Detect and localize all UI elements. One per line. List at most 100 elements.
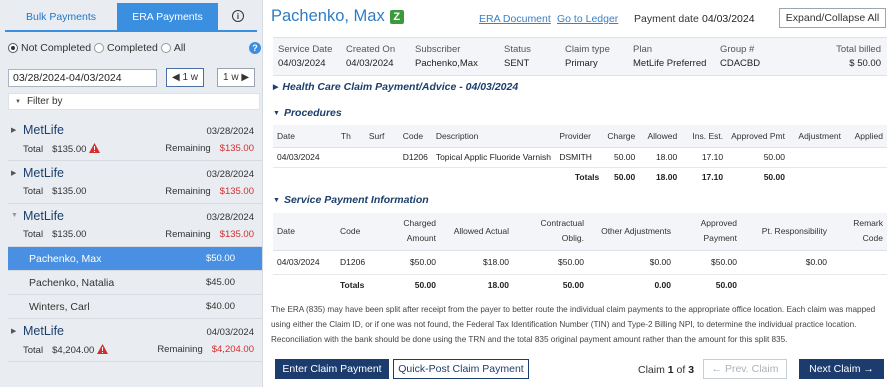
cell-date: 04/03/2024	[273, 147, 337, 168]
date-range-input[interactable]	[8, 69, 157, 87]
cell-approved-payment: $50.00	[675, 250, 741, 275]
filter-by-label: Filter by	[26, 96, 63, 107]
radio-all[interactable]: All	[160, 42, 186, 54]
tab-bulk-payments[interactable]: Bulk Payments	[5, 3, 117, 30]
chevron-right-icon: ▶	[238, 72, 250, 83]
cell-approved-pmt: 50.00	[727, 147, 789, 168]
era-split-note: The ERA (835) may have been split after …	[271, 305, 876, 344]
payer-name: MetLife	[23, 324, 64, 338]
warning-icon	[97, 344, 109, 354]
expand-arrow-icon[interactable]: ▶	[11, 126, 16, 134]
field-label: Claim type	[565, 44, 610, 55]
remaining-amount: $4,204.00	[211, 344, 254, 355]
radio-label: Not Completed	[21, 42, 92, 54]
expand-arrow-icon[interactable]: ▶	[11, 169, 16, 177]
help-icon[interactable]: ?	[249, 42, 261, 54]
field-value: MetLife Preferred	[633, 58, 707, 69]
field-label: Group #	[720, 44, 755, 55]
total-contractual: 50.00	[562, 280, 584, 291]
expand-collapse-all-button[interactable]: Expand/Collapse All	[779, 8, 886, 28]
field-value: CDACBD	[720, 58, 761, 69]
status-filter: Not Completed Completed All	[8, 42, 189, 54]
radio-dot[interactable]	[94, 43, 105, 53]
claim-of: of	[676, 364, 686, 376]
section-title: Procedures	[283, 107, 342, 119]
payer-item[interactable]: ▼ MetLife 03/28/2024 Total $135.00 Remain…	[8, 204, 262, 247]
payer-remaining: Remaining $135.00	[165, 143, 254, 154]
section-advice-header[interactable]: ▶ Health Care Claim Payment/Advice - 04/0…	[273, 81, 518, 93]
cell-contractual: $50.00	[513, 250, 588, 275]
next-claim-button[interactable]: Next Claim →	[799, 359, 884, 379]
warning-icon	[89, 143, 101, 153]
cell-allowed: $18.00	[440, 250, 513, 275]
column-header: Allowed	[639, 125, 682, 148]
enter-claim-payment-button[interactable]: Enter Claim Payment	[275, 359, 389, 379]
cell-adjustment	[788, 147, 845, 168]
cell-code: D1206	[336, 250, 394, 275]
cell-charge: 50.00	[603, 147, 640, 168]
empty-cell	[845, 167, 887, 187]
cell-tooth	[336, 147, 365, 168]
claim-patient-name: Pachenko, Natalia	[29, 276, 115, 289]
prev-claim-button[interactable]: ← Prev. Claim	[703, 359, 787, 379]
radio-label: All	[173, 42, 186, 54]
next-week-button[interactable]: 1 w ▶	[217, 68, 255, 87]
collapse-arrow-icon: ▼	[273, 196, 280, 204]
total-charged: 50.00	[414, 280, 436, 291]
status-field: Status SENT	[504, 44, 531, 69]
claim-item-selected[interactable]: Pachenko, Max $50.00	[8, 247, 262, 271]
claim-detail-panel: Pachenko, Max Z ERA Document Go to Ledge…	[268, 0, 890, 387]
quick-post-claim-payment-button[interactable]: Quick-Post Claim Payment	[393, 359, 529, 379]
payer-remaining: Remaining $135.00	[165, 229, 254, 240]
payer-date: 04/03/2024	[206, 327, 254, 338]
field-label: Created On	[346, 44, 396, 55]
prev-week-button[interactable]: ◀ 1 w	[166, 68, 204, 87]
column-header: Date	[273, 125, 337, 148]
expand-arrow-icon[interactable]: ▶	[11, 327, 16, 335]
payer-item[interactable]: ▶ MetLife 04/03/2024 Total $4,204.00 Rema…	[8, 319, 262, 362]
table-row: 04/03/2024 D1206 Topical Applic Fluoride…	[273, 147, 887, 168]
radio-not-completed[interactable]: Not Completed	[8, 42, 91, 54]
era-document-link[interactable]: ERA Document	[479, 13, 551, 25]
total-allowed: 18.00	[655, 172, 678, 183]
field-value: 04/03/2024	[278, 58, 326, 69]
filter-by-toggle[interactable]: ▼ Filter by	[8, 93, 260, 110]
cell-description: Topical Applic Fluoride Varnish	[431, 147, 556, 168]
payer-remaining: Remaining $135.00	[165, 186, 254, 197]
claim-total: 3	[688, 364, 695, 376]
radio-dot[interactable]	[160, 43, 171, 53]
cell-date: 04/03/2024	[273, 250, 336, 275]
service-date-field: Service Date 04/03/2024	[278, 44, 332, 69]
chevron-down-icon: ▼	[15, 98, 21, 105]
created-on-field: Created On 04/03/2024	[346, 44, 395, 69]
collapse-arrow-icon[interactable]: ▼	[11, 212, 18, 219]
empty-cell	[789, 167, 845, 187]
payer-item[interactable]: ▶ MetLife 03/28/2024 Total $135.00 Remain…	[8, 161, 262, 204]
next-claim-label: Next Claim	[809, 363, 861, 375]
total-allowed: 18.00	[487, 280, 509, 291]
claim-item[interactable]: Winters, Carl $40.00	[8, 295, 262, 319]
radio-completed[interactable]: Completed	[94, 42, 158, 54]
tab-era-payments[interactable]: ERA Payments	[117, 3, 218, 30]
section-procedures-header[interactable]: ▼ Procedures	[273, 107, 342, 119]
payer-remaining: Remaining $4,204.00	[157, 344, 254, 355]
section-title: Health Care Claim Payment/Advice - 04/03…	[282, 81, 519, 93]
claim-item[interactable]: Pachenko, Natalia $45.00	[8, 271, 262, 295]
cell-pt-responsibility: $0.00	[741, 250, 831, 275]
prev-week-label: 1 w	[182, 72, 199, 83]
radio-dot-checked[interactable]	[8, 43, 18, 53]
total-other-adjustments: 0.00	[654, 280, 671, 291]
payer-total: Total $4,204.00	[23, 344, 109, 356]
field-value: $ 50.00	[849, 58, 881, 69]
radio-label: Completed	[107, 42, 158, 54]
cell-provider: DSMITH	[555, 147, 604, 168]
total-approved-payment: 50.00	[715, 280, 737, 291]
info-icon[interactable]: i	[232, 10, 244, 22]
field-label: Plan	[633, 44, 653, 55]
cell-charged: $50.00	[394, 250, 440, 275]
field-label: Subscriber	[415, 44, 461, 55]
go-to-ledger-link[interactable]: Go to Ledger	[557, 13, 618, 25]
totals-row: Totals 50.00 18.00 17.10 50.00	[273, 167, 887, 187]
section-service-payment-header[interactable]: ▼ Service Payment Information	[273, 194, 429, 206]
payer-item[interactable]: ▶ MetLife 03/28/2024 Total $135.00 Remain…	[8, 118, 262, 161]
